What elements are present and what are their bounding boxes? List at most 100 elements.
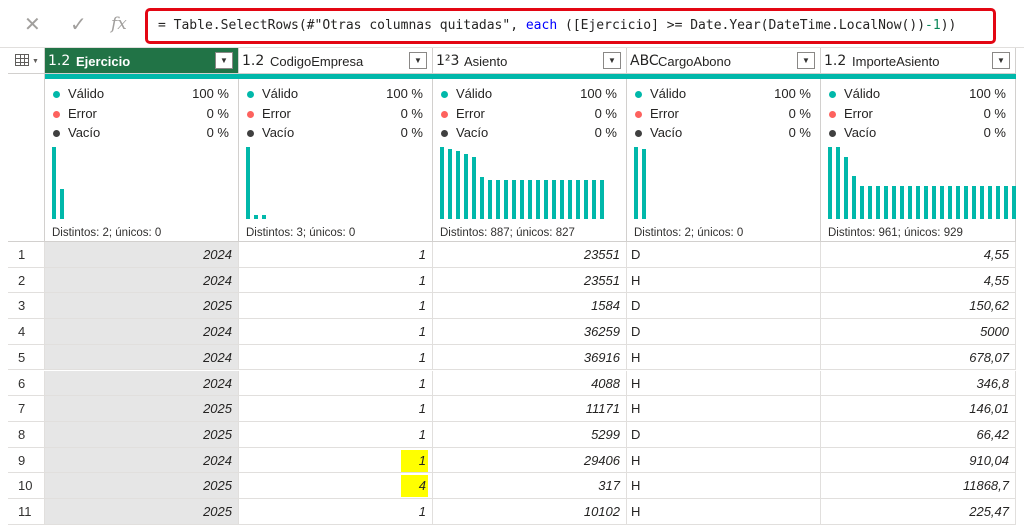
table-row[interactable]: 9 2024 1 29406 H 910,04 <box>8 447 1016 474</box>
table-cell[interactable]: 2024 <box>45 267 239 294</box>
column-header[interactable]: 1.2 ImporteAsiento ▼ <box>821 48 1016 74</box>
table-cell[interactable]: H <box>627 396 821 422</box>
table-cell[interactable]: 2024 <box>45 319 239 345</box>
table-cell[interactable]: 36916 <box>433 344 627 371</box>
table-cell[interactable]: 1584 <box>433 293 627 320</box>
table-cell[interactable]: 11171 <box>433 396 627 422</box>
table-cell[interactable]: 317 <box>433 473 627 499</box>
table-cell[interactable]: 1 <box>239 396 433 422</box>
column-name: Asiento <box>464 54 508 69</box>
row-number[interactable]: 5 <box>8 344 45 371</box>
table-cell[interactable]: 1 <box>239 421 433 448</box>
table-cell[interactable]: 2024 <box>45 447 239 474</box>
table-cell[interactable]: 23551 <box>433 242 627 268</box>
table-cell[interactable]: 1 <box>239 293 433 320</box>
column-header[interactable]: ABC CargoAbono ▼ <box>627 48 821 74</box>
row-number[interactable]: 7 <box>8 396 45 422</box>
table-cell[interactable]: 4,55 <box>821 267 1016 294</box>
column-filter-dropdown[interactable]: ▼ <box>797 52 815 69</box>
table-row[interactable]: 1 2024 1 23551 D 4,55 <box>8 242 1016 268</box>
table-cell[interactable]: D <box>627 421 821 448</box>
table-cell[interactable]: H <box>627 267 821 294</box>
table-row[interactable]: 11 2025 1 10102 H 225,47 <box>8 499 1016 525</box>
table-row[interactable]: 10 2025 4 317 H 11868,7 <box>8 473 1016 499</box>
row-number[interactable]: 6 <box>8 370 45 397</box>
table-cell[interactable]: 5299 <box>433 421 627 448</box>
table-row[interactable]: 7 2025 1 11171 H 146,01 <box>8 396 1016 422</box>
type-icon[interactable]: ABC <box>630 53 659 69</box>
profile-value: 0 % <box>983 106 1006 121</box>
table-cell[interactable]: H <box>627 370 821 397</box>
column-header[interactable]: 1.2 CodigoEmpresa ▼ <box>239 48 433 74</box>
type-icon[interactable]: 1.2 <box>242 53 264 69</box>
table-cell[interactable]: 2025 <box>45 473 239 499</box>
table-cell[interactable]: 2025 <box>45 396 239 422</box>
table-cell[interactable]: 1 <box>239 499 433 525</box>
table-cell[interactable]: D <box>627 242 821 268</box>
commit-icon[interactable]: ✓ <box>70 12 87 36</box>
table-cell[interactable]: 346,8 <box>821 370 1016 397</box>
type-icon[interactable]: 1²3 <box>436 53 459 69</box>
table-cell[interactable]: D <box>627 293 821 320</box>
table-cell[interactable]: 10102 <box>433 499 627 525</box>
row-number[interactable]: 4 <box>8 319 45 345</box>
table-cell[interactable]: 678,07 <box>821 344 1016 371</box>
table-cell[interactable]: 1 <box>239 344 433 371</box>
table-cell[interactable]: 1 <box>239 242 433 268</box>
table-cell[interactable]: 4,55 <box>821 242 1016 268</box>
table-cell[interactable]: H <box>627 447 821 474</box>
table-cell[interactable]: 150,62 <box>821 293 1016 320</box>
table-cell[interactable]: 5000 <box>821 319 1016 345</box>
column-header[interactable]: 1²3 Asiento ▼ <box>433 48 627 74</box>
table-row[interactable]: 6 2024 1 4088 H 346,8 <box>8 370 1016 397</box>
table-cell[interactable]: H <box>627 499 821 525</box>
row-number[interactable]: 2 <box>8 267 45 294</box>
type-icon[interactable]: 1.2 <box>48 53 70 69</box>
table-cell[interactable]: 66,42 <box>821 421 1016 448</box>
table-row[interactable]: 5 2024 1 36916 H 678,07 <box>8 344 1016 371</box>
table-cell[interactable]: 2024 <box>45 370 239 397</box>
table-cell[interactable]: 146,01 <box>821 396 1016 422</box>
fx-icon[interactable]: fx <box>111 14 127 34</box>
formula-number: -1 <box>925 18 941 33</box>
table-row[interactable]: 8 2025 1 5299 D 66,42 <box>8 421 1016 448</box>
table-cell[interactable]: 36259 <box>433 319 627 345</box>
table-cell[interactable]: 2025 <box>45 421 239 448</box>
formula-input[interactable]: = Table.SelectRows(#"Otras columnas quit… <box>145 8 996 44</box>
column-filter-dropdown[interactable]: ▼ <box>603 52 621 69</box>
table-cell[interactable]: 4 <box>239 473 433 499</box>
table-cell[interactable]: 4088 <box>433 370 627 397</box>
type-icon[interactable]: 1.2 <box>824 53 846 69</box>
table-cell[interactable]: 1 <box>239 319 433 345</box>
table-row[interactable]: 2 2024 1 23551 H 4,55 <box>8 267 1016 294</box>
row-number[interactable]: 11 <box>8 499 45 525</box>
table-cell[interactable]: H <box>627 473 821 499</box>
column-filter-dropdown[interactable]: ▼ <box>409 52 427 69</box>
table-cell[interactable]: 29406 <box>433 447 627 474</box>
table-cell[interactable]: 2024 <box>45 242 239 268</box>
table-cell[interactable]: 1 <box>239 447 433 474</box>
column-filter-dropdown[interactable]: ▼ <box>992 52 1010 69</box>
table-cell[interactable]: 225,47 <box>821 499 1016 525</box>
column-filter-dropdown[interactable]: ▼ <box>215 52 233 69</box>
row-number[interactable]: 8 <box>8 421 45 448</box>
table-cell[interactable]: 23551 <box>433 267 627 294</box>
table-menu-button[interactable]: ▼ <box>8 48 45 74</box>
table-cell[interactable]: 1 <box>239 267 433 294</box>
table-cell[interactable]: D <box>627 319 821 345</box>
table-cell[interactable]: 910,04 <box>821 447 1016 474</box>
table-cell[interactable]: 11868,7 <box>821 473 1016 499</box>
row-number[interactable]: 1 <box>8 242 45 268</box>
table-row[interactable]: 4 2024 1 36259 D 5000 <box>8 319 1016 345</box>
table-cell[interactable]: 2024 <box>45 344 239 371</box>
row-number[interactable]: 9 <box>8 447 45 474</box>
table-row[interactable]: 3 2025 1 1584 D 150,62 <box>8 293 1016 320</box>
row-number[interactable]: 10 <box>8 473 45 499</box>
table-cell[interactable]: 1 <box>239 370 433 397</box>
table-cell[interactable]: 2025 <box>45 499 239 525</box>
table-cell[interactable]: H <box>627 344 821 371</box>
row-number[interactable]: 3 <box>8 293 45 320</box>
cancel-icon[interactable]: ✕ <box>24 12 41 36</box>
column-header[interactable]: 1.2 Ejercicio ▼ <box>45 48 239 74</box>
table-cell[interactable]: 2025 <box>45 293 239 320</box>
